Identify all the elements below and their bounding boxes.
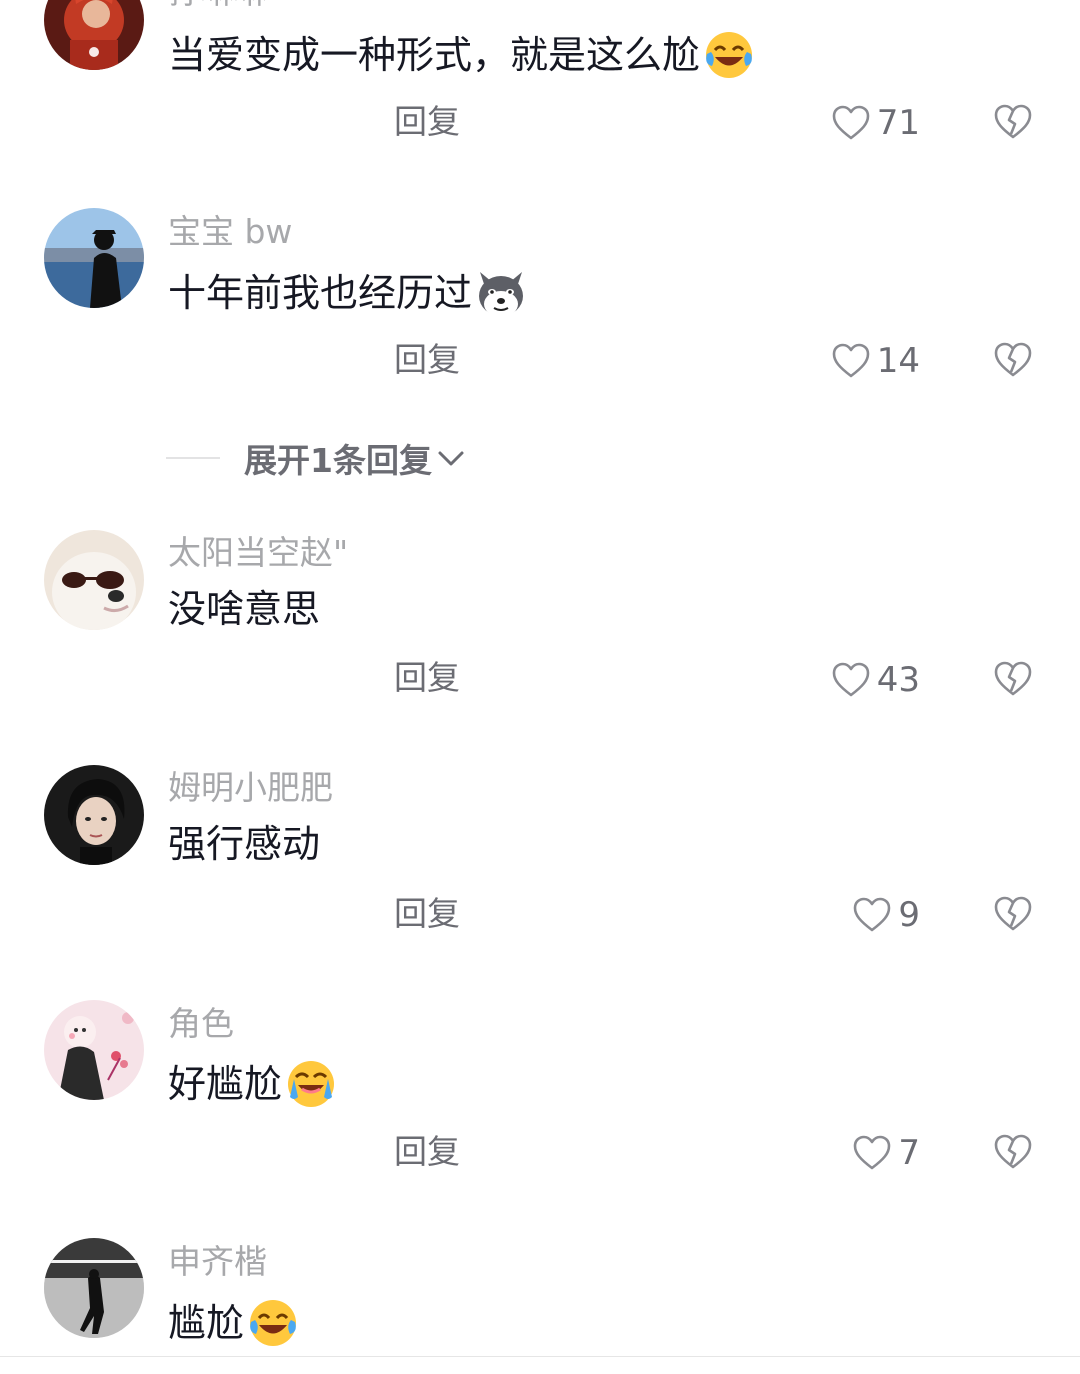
like-count: 14 bbox=[876, 341, 920, 381]
like-count: 43 bbox=[876, 660, 920, 700]
comment-text: 当爱变成一种形式，就是这么尬 bbox=[168, 28, 756, 82]
reply-button[interactable]: 回复 bbox=[394, 102, 460, 142]
comment-username[interactable]: 宝宝 bw bbox=[168, 212, 292, 252]
comment-text: 好尴尬 bbox=[168, 1057, 338, 1111]
like-button[interactable]: 7 bbox=[852, 1133, 920, 1173]
comment-username[interactable]: 孙琳琳 bbox=[168, 0, 267, 12]
comment-text-content: 没啥意思 bbox=[168, 587, 321, 631]
like-button[interactable]: 9 bbox=[852, 895, 920, 935]
comment-text-content: 好尴尬 bbox=[168, 1062, 283, 1106]
like-count: 7 bbox=[898, 1133, 920, 1173]
reply-button[interactable]: 回复 bbox=[394, 658, 460, 698]
expand-replies-button[interactable]: 展开1条回复 bbox=[166, 436, 466, 480]
broken-heart-icon[interactable] bbox=[993, 1133, 1033, 1171]
bottom-divider bbox=[0, 1356, 1080, 1357]
avatar[interactable] bbox=[44, 0, 144, 70]
heart-outline-icon bbox=[832, 343, 870, 378]
broken-heart-icon[interactable] bbox=[993, 660, 1033, 698]
husky-dog-emoji-icon bbox=[479, 272, 524, 317]
comment-text-content: 十年前我也经历过 bbox=[168, 271, 473, 315]
avatar[interactable] bbox=[44, 1000, 144, 1100]
expand-replies-label: 展开1条回复 bbox=[244, 441, 432, 480]
reply-button[interactable]: 回复 bbox=[394, 340, 460, 380]
reply-button[interactable]: 回复 bbox=[394, 894, 460, 934]
comment-text: 没啥意思 bbox=[168, 585, 320, 633]
avatar[interactable] bbox=[44, 208, 144, 308]
reply-button[interactable]: 回复 bbox=[394, 1132, 460, 1172]
comment-text: 尴尬 bbox=[168, 1296, 300, 1350]
like-button[interactable]: 43 bbox=[831, 660, 920, 700]
comment-username[interactable]: 申齐楷 bbox=[168, 1242, 267, 1282]
like-count: 9 bbox=[898, 895, 920, 935]
expand-divider-line bbox=[166, 457, 220, 459]
heart-outline-icon bbox=[854, 1135, 891, 1170]
comment-text: 强行感动 bbox=[168, 820, 320, 868]
broken-heart-icon[interactable] bbox=[993, 895, 1033, 933]
comment-text-content: 尴尬 bbox=[168, 1301, 245, 1345]
avatar[interactable] bbox=[44, 765, 144, 865]
like-button[interactable]: 71 bbox=[831, 103, 920, 143]
broken-heart-icon[interactable] bbox=[993, 103, 1033, 141]
heart-outline-icon bbox=[854, 897, 891, 932]
like-count: 71 bbox=[876, 103, 920, 143]
heart-outline-icon bbox=[832, 662, 870, 697]
comment-text-content: 当爱变成一种形式，就是这么尬 bbox=[168, 33, 701, 77]
like-button[interactable]: 14 bbox=[831, 341, 920, 381]
heart-outline-icon bbox=[832, 105, 870, 140]
broken-heart-icon[interactable] bbox=[993, 341, 1033, 379]
avatar[interactable] bbox=[44, 530, 144, 630]
laughing-tears-emoji-icon bbox=[250, 1300, 297, 1346]
laughing-tears-emoji-icon bbox=[706, 32, 753, 78]
avatar[interactable] bbox=[44, 1238, 144, 1338]
comment-username[interactable]: 姆明小肥肥 bbox=[168, 768, 333, 808]
comment-username[interactable]: 太阳当空赵" bbox=[168, 533, 348, 573]
comment-text: 十年前我也经历过 bbox=[168, 266, 528, 320]
chevron-down-icon bbox=[438, 451, 464, 466]
comment-username[interactable]: 角色 bbox=[168, 1004, 234, 1044]
crying-laughing-emoji-icon bbox=[288, 1061, 335, 1107]
comment-text-content: 强行感动 bbox=[168, 822, 321, 866]
